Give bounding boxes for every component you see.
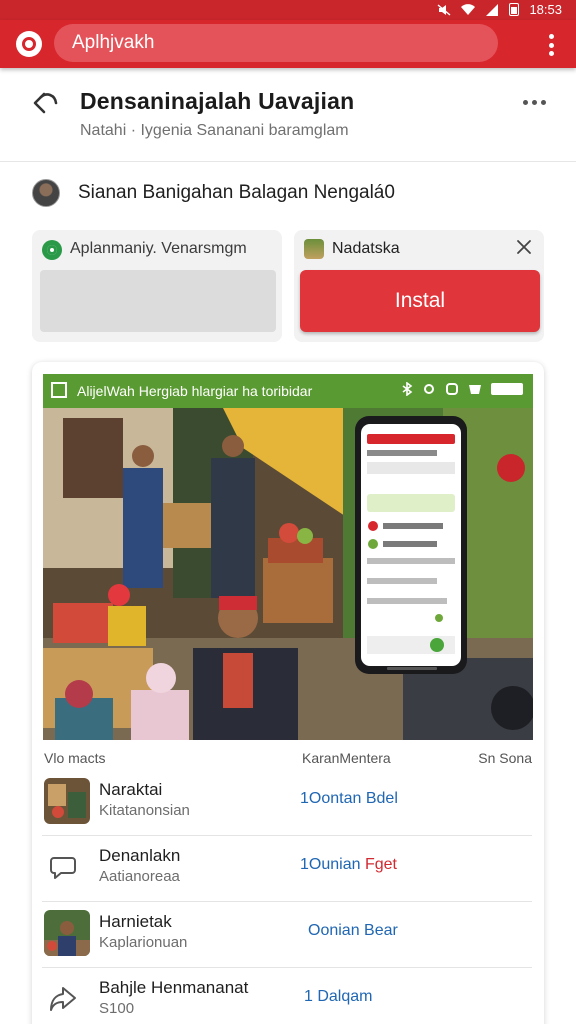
user-name: Sianan Banigahan Balagan Nengalá0	[78, 182, 395, 203]
row-subtitle: S100	[99, 1000, 135, 1017]
app-thumbnail	[304, 239, 324, 259]
info-card-label: Aplanmaniy. Venarsmgm	[70, 240, 247, 257]
bluetooth-icon	[402, 382, 413, 396]
page-subtitle: Natahi · Iygenia Sananani baramglam	[80, 122, 349, 139]
info-card[interactable]: Aplanmaniy. Venarsmgm	[32, 230, 282, 342]
row-action-label: Bdel	[365, 790, 398, 807]
market-photo	[43, 408, 533, 740]
page-header: Densaninajalah Uavajian Natahi · Iygenia…	[0, 68, 576, 162]
app-badge-icon	[42, 240, 62, 260]
row-title: Bahjle Henmananat	[99, 978, 249, 997]
list-header-col1: Vlo macts	[44, 750, 106, 766]
row-thumbnail	[44, 778, 90, 824]
status-time: 18:53	[529, 2, 562, 17]
alarm-icon	[446, 383, 458, 395]
install-card-title: Nadatska	[332, 240, 400, 257]
close-icon[interactable]	[516, 239, 532, 255]
battery-icon	[509, 3, 520, 16]
row-action-label: Bear	[364, 922, 398, 939]
status-bar: 18:53	[0, 0, 576, 20]
banner-text: AlijelWah Hergiab hlargiar ha toribidar	[77, 383, 313, 399]
app-logo-icon[interactable]	[16, 31, 42, 57]
row-title: Naraktai	[99, 780, 163, 799]
signal-icon	[486, 3, 499, 16]
row-action-link[interactable]: Oonian Bear	[308, 922, 398, 940]
row-subtitle: Kaplarionuan	[99, 934, 188, 951]
app-bar: Aplhjvakh	[0, 20, 576, 68]
battery-icon	[491, 383, 523, 395]
row-action-label: Fget	[364, 856, 397, 873]
list-item[interactable]: Bahjle Henmananat S100 1 Dalqam	[42, 968, 532, 1024]
list-item[interactable]: Naraktai Kitatanonsian 1Oontan Bdel	[42, 770, 532, 836]
list-header-col3: Sn Sona	[478, 750, 532, 766]
list-header: Vlo macts KaranMentera Sn Sona	[44, 750, 532, 770]
install-card: Nadatska Instal	[294, 230, 544, 342]
install-button[interactable]: Instal	[300, 270, 540, 332]
avatar	[32, 179, 60, 207]
more-options-icon[interactable]	[523, 100, 546, 105]
page-title: Densaninajalah Uavajian	[80, 88, 355, 114]
user-row[interactable]: Sianan Banigahan Balagan Nengalá0	[32, 178, 552, 210]
row-action-link[interactable]: 1Oontan Bdel	[300, 790, 398, 808]
row-subtitle: Kitatanonsian	[99, 802, 190, 819]
main-panel: AlijelWah Hergiab hlargiar ha toribidar	[32, 362, 544, 1024]
promo-banner: AlijelWah Hergiab hlargiar ha toribidar	[43, 374, 533, 408]
list-item[interactable]: Denanlakn Aatianoreaa 1Ounian Fget	[42, 836, 532, 902]
row-subtitle: Aatianoreaa	[99, 868, 180, 885]
row-action-link[interactable]: 1Ounian Fget	[300, 856, 397, 874]
row-action-link[interactable]: 1 Dalqam	[304, 988, 372, 1006]
status-icons: 18:53	[437, 2, 562, 17]
overflow-menu-icon[interactable]	[548, 34, 554, 56]
chat-bubble-icon	[50, 857, 76, 879]
row-title: Harnietak	[99, 912, 172, 931]
row-title: Denanlakn	[99, 846, 181, 865]
list-item[interactable]: Harnietak Kaplarionuan Oonian Bear	[42, 902, 532, 968]
back-arrow-icon[interactable]	[30, 88, 60, 118]
cart-icon	[469, 385, 481, 394]
placeholder-block	[40, 270, 276, 332]
share-icon	[50, 987, 76, 1011]
row-action-count: Oonian	[308, 922, 360, 939]
row-action-count: 1Oontan	[300, 790, 362, 807]
banner-icons	[401, 382, 523, 396]
mute-icon	[438, 3, 451, 16]
wifi-icon	[461, 3, 476, 15]
checkbox-icon[interactable]	[51, 382, 67, 398]
settings-icon	[424, 384, 434, 394]
row-action-count: 1 Dalqam	[304, 988, 373, 1005]
row-action-count: 1Ounian	[300, 856, 361, 873]
search-bar[interactable]: Aplhjvakh	[54, 24, 498, 62]
row-thumbnail	[44, 910, 90, 956]
list-header-col2: KaranMentera	[302, 750, 391, 766]
